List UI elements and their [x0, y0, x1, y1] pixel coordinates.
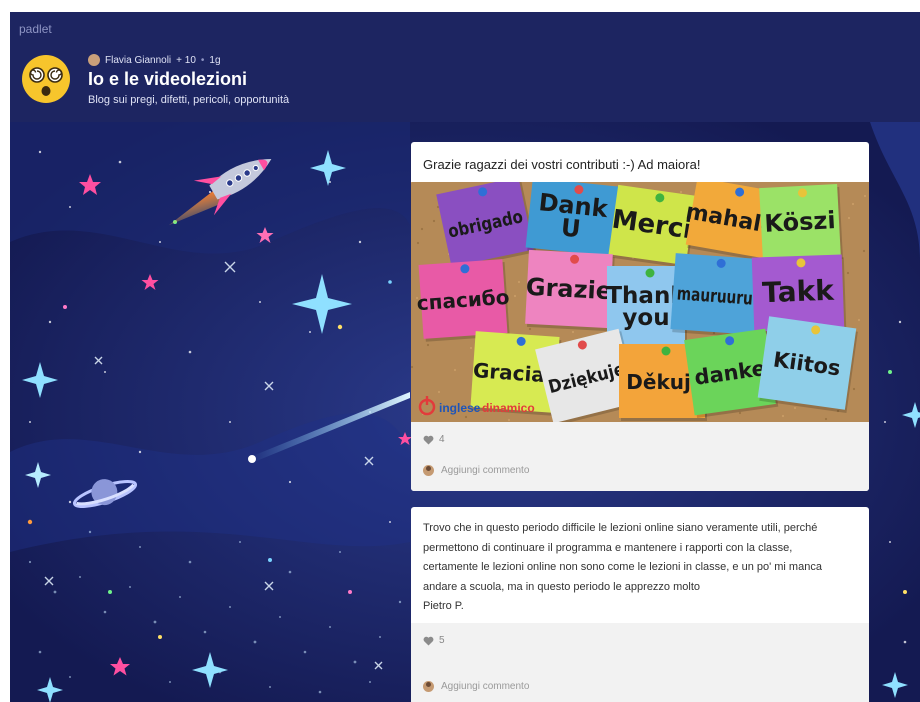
cork-speckle: [781, 414, 785, 418]
like-control[interactable]: 4: [423, 434, 445, 445]
sticky-note: спасибо: [416, 259, 510, 342]
add-comment-label[interactable]: Aggiungi commento: [441, 681, 529, 692]
like-count: 4: [439, 434, 445, 445]
sticky-note-word: Děkuji: [626, 370, 697, 394]
padlet-logo[interactable]: padlet: [19, 22, 52, 36]
post-body-line: Trovo che in questo periodo difficile le…: [423, 522, 818, 534]
like-control[interactable]: 5: [423, 635, 445, 646]
cork-speckle: [824, 417, 828, 421]
sticky-note: Grazie: [525, 249, 615, 332]
wall-header: padlet Flavia Giannoli + 10 • 1g Io e le…: [10, 12, 920, 122]
sticky-note-word: Takk: [762, 274, 836, 310]
watermark-word-b: dinamico: [482, 401, 535, 415]
cork-speckle: [679, 190, 683, 194]
wall-canvas: Grazie ragazzi dei vostri contributi :-)…: [10, 122, 920, 702]
dizzy-face-icon[interactable]: [21, 54, 71, 104]
post-card[interactable]: Grazie ragazzi dei vostri contributi :-)…: [411, 142, 869, 491]
cork-speckle: [426, 343, 430, 347]
post-footer: 4 Aggiungi commento: [411, 422, 869, 491]
add-comment[interactable]: Aggiungi commento: [423, 681, 529, 692]
post-image[interactable]: obrigadoDankU MercimahaloKösziспасибо Graz…: [411, 182, 869, 422]
cork-speckle: [517, 280, 521, 284]
padlet-window: padlet Flavia Giannoli + 10 • 1g Io e le…: [10, 12, 920, 702]
post-body: Trovo che in questo periodo difficile le…: [423, 519, 859, 617]
cork-speckle: [851, 202, 855, 206]
cork-speckle: [453, 368, 457, 372]
collaborators-count[interactable]: + 10: [176, 55, 196, 66]
cork-speckle: [411, 365, 414, 369]
cork-speckle: [513, 294, 517, 298]
wall-subtitle: Blog sui pregi, difetti, pericoli, oppor…: [88, 94, 290, 106]
cork-speckle: [847, 216, 851, 220]
cork-speckle: [464, 415, 468, 419]
pushpin-icon: [661, 346, 671, 356]
cork-speckle: [793, 406, 797, 410]
commenter-avatar: [423, 465, 434, 476]
cork-speckle: [863, 194, 867, 198]
sticky-note: DankU: [525, 182, 621, 260]
wall-title: Io e le videolezioni: [88, 69, 248, 89]
post-footer: 5 Aggiungi commento: [411, 623, 869, 702]
post-body-line: certamente le lezioni online non sono co…: [423, 561, 822, 573]
cork-speckle: [432, 219, 436, 223]
cork-speckle: [469, 346, 473, 350]
sticky-note-word: Köszi: [764, 206, 837, 238]
sticky-note: Kiitos: [757, 316, 858, 413]
cork-speckle: [862, 249, 866, 253]
cork-speckle: [528, 327, 532, 331]
cork-speckle: [416, 241, 420, 245]
pushpin-icon: [645, 268, 655, 278]
add-comment[interactable]: Aggiungi commento: [423, 465, 529, 476]
cork-speckle: [507, 418, 511, 422]
author-avatar[interactable]: [88, 54, 100, 66]
cork-speckle: [437, 390, 441, 394]
wall-meta: Flavia Giannoli + 10 • 1g: [88, 53, 221, 67]
post-card[interactable]: Trovo che in questo periodo difficile le…: [411, 507, 869, 702]
sticky-note: Köszi: [759, 184, 843, 263]
watermark-word-a: inglese: [439, 401, 481, 415]
cork-speckle: [846, 271, 850, 275]
heart-icon[interactable]: [423, 435, 434, 445]
sticky-note-word: U: [560, 213, 582, 243]
wall-age: 1g: [209, 54, 221, 66]
sticky-note-word: you: [622, 305, 669, 331]
sticky-note: mauruuru: [670, 253, 762, 338]
power-icon-bar: [425, 396, 429, 405]
post-signature: Pietro P.: [423, 600, 464, 612]
cork-speckle: [857, 318, 861, 322]
post-body-line: permettono di continuare il programma e …: [423, 541, 793, 554]
cork-speckle: [571, 330, 575, 334]
heart-icon[interactable]: [423, 636, 434, 646]
post-title: Grazie ragazzi dei vostri contributi :-)…: [423, 157, 701, 172]
add-comment-label[interactable]: Aggiungi commento: [441, 465, 529, 476]
meta-separator: •: [200, 54, 205, 66]
cork-speckle: [738, 411, 742, 415]
cork-speckle: [420, 227, 424, 231]
like-count: 5: [439, 635, 445, 646]
author-name[interactable]: Flavia Giannoli: [105, 55, 171, 66]
commenter-avatar: [423, 681, 434, 692]
post-body-line: andare a scuola, ma in questo periodo le…: [423, 580, 701, 593]
sticky-note-word: Grazie: [525, 273, 613, 305]
cork-speckle: [852, 387, 856, 391]
